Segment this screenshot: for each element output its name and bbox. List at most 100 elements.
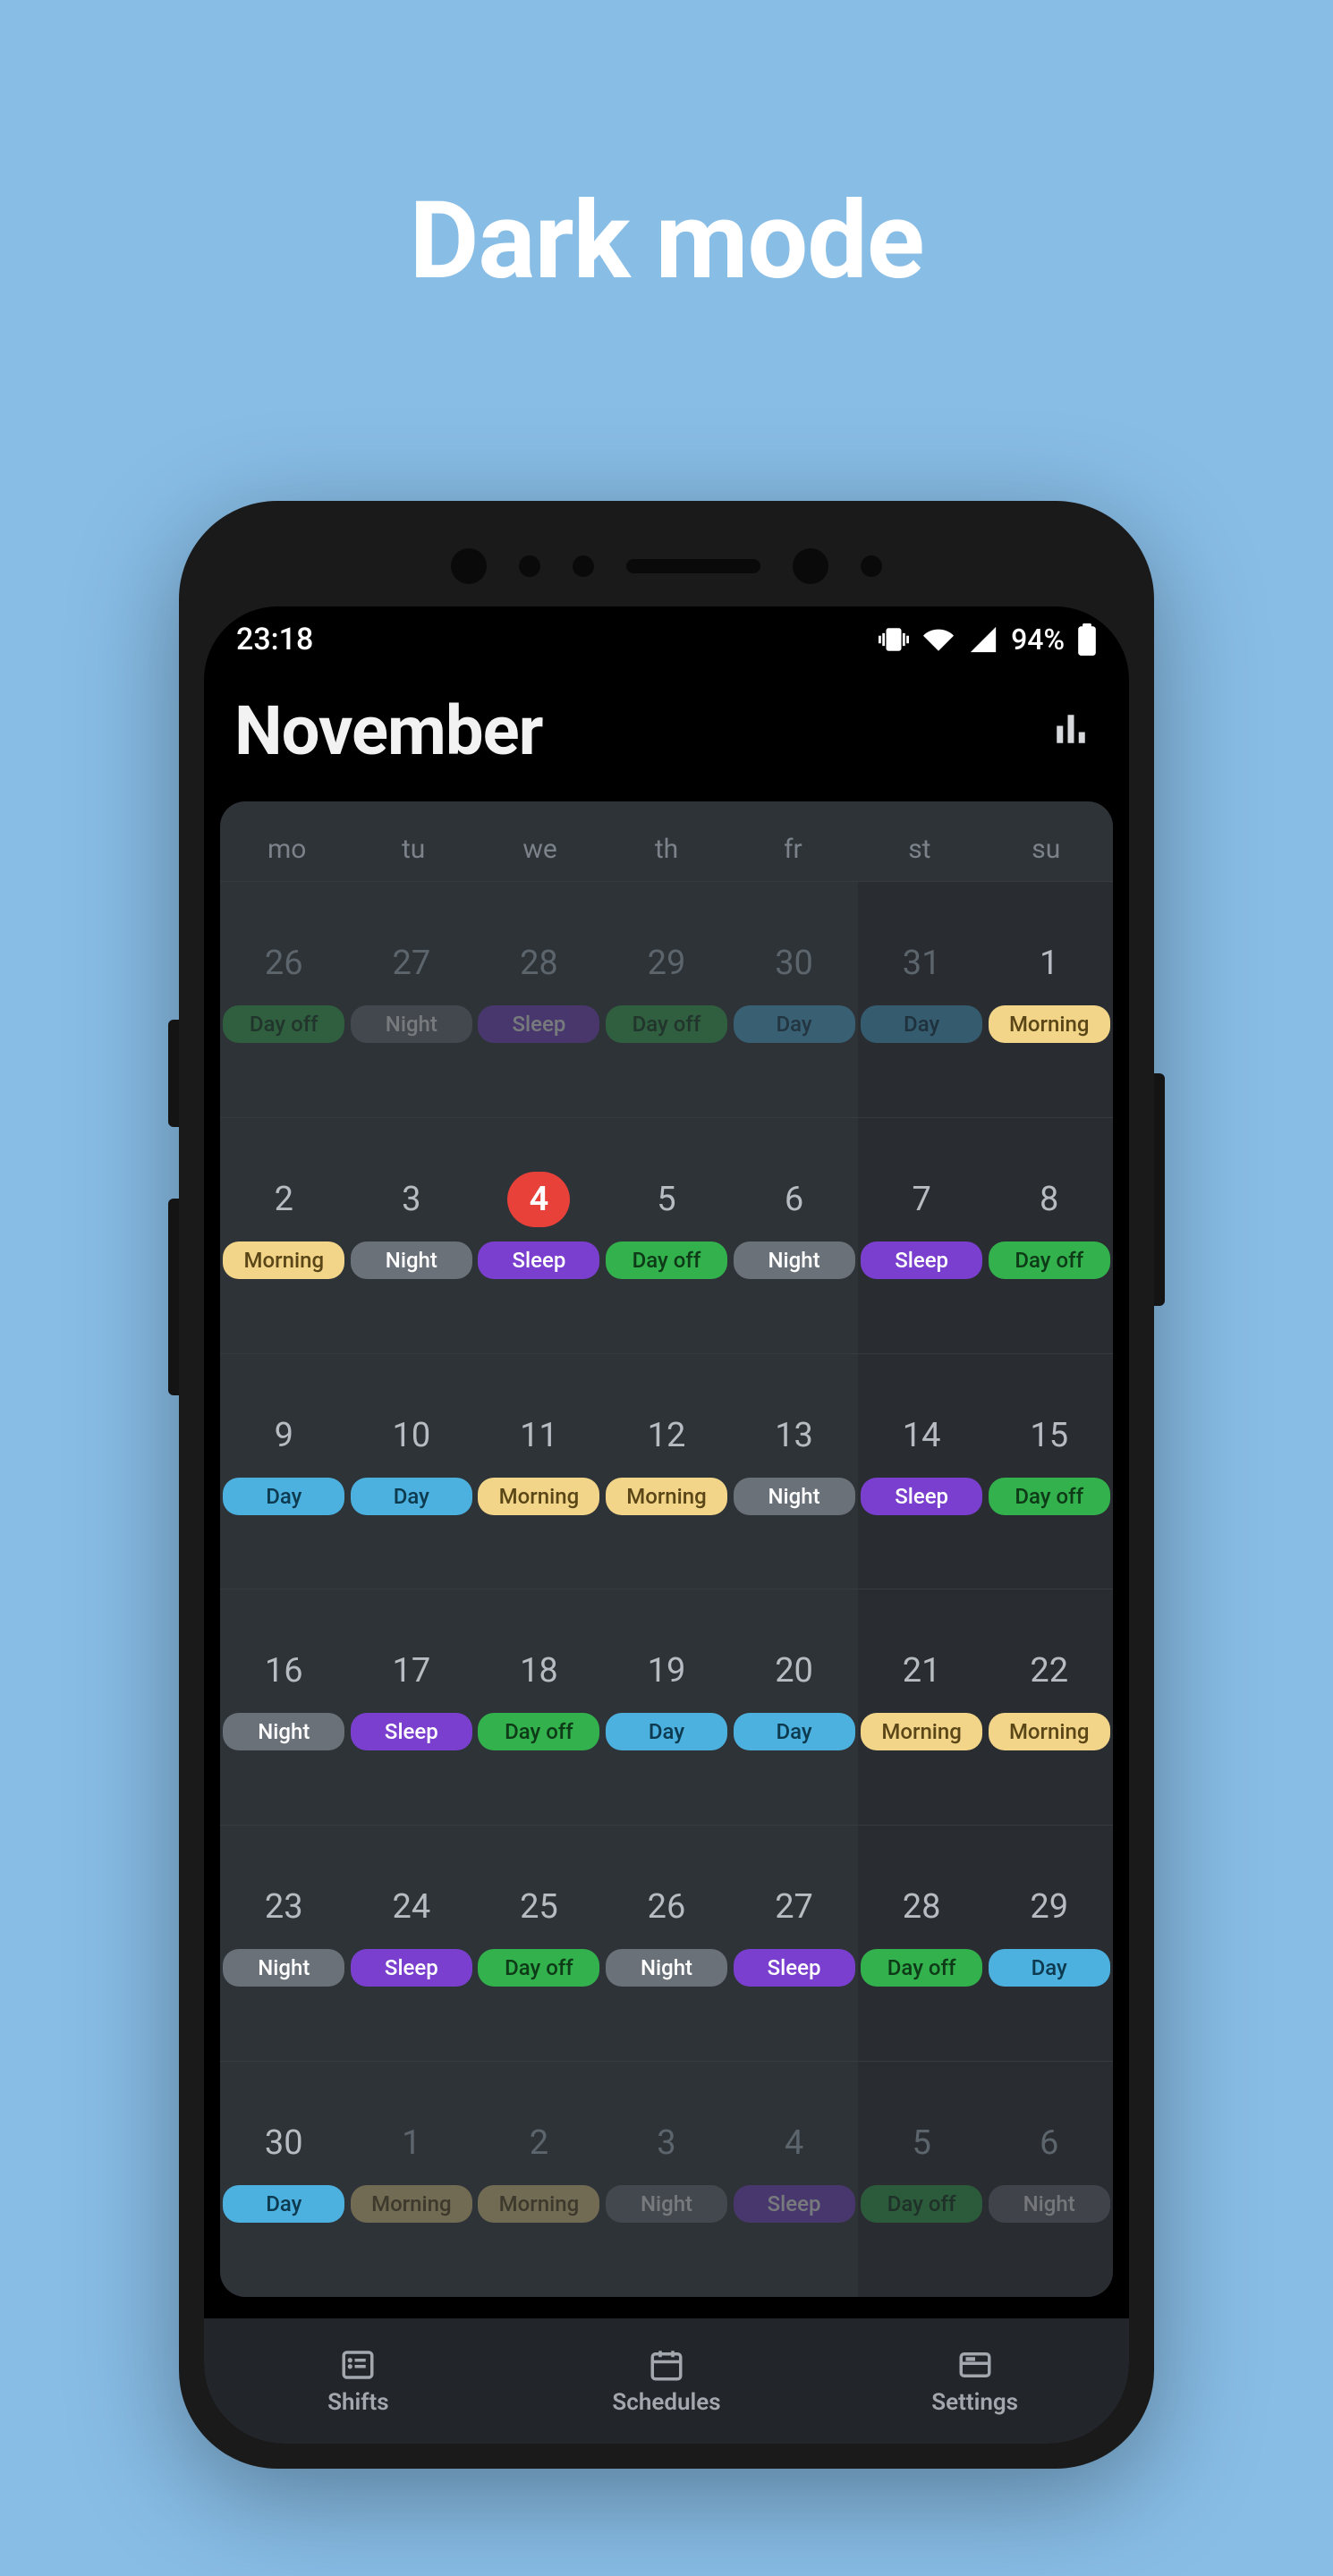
calendar-day-cell[interactable]: 2Morning xyxy=(220,1118,348,1353)
shift-tag: Sleep xyxy=(478,1241,599,1279)
day-number: 29 xyxy=(635,936,698,991)
weekday-label: tu xyxy=(350,818,476,881)
calendar-week-row: 23Night24Sleep25Day off26Night27Sleep28D… xyxy=(220,1825,1113,2061)
shift-tag: Day off xyxy=(478,1713,599,1750)
calendar-day-cell[interactable]: 5Day off xyxy=(858,2062,986,2297)
shift-tag: Day off xyxy=(606,1005,727,1043)
phone-side-button xyxy=(168,1020,179,1127)
calendar-card: motuwethfrstsu 26Day off27Night28Sleep29… xyxy=(220,801,1113,2297)
shift-tag: Night xyxy=(989,2185,1110,2223)
calendar-day-cell[interactable]: 1Morning xyxy=(985,882,1113,1117)
calendar-day-cell[interactable]: 11Morning xyxy=(475,1354,603,1589)
calendar-day-cell[interactable]: 24Sleep xyxy=(348,1826,476,2061)
calendar-day-cell[interactable]: 14Sleep xyxy=(858,1354,986,1589)
status-icons: 94% xyxy=(879,623,1097,657)
day-number: 5 xyxy=(890,2115,953,2171)
calendar-day-cell[interactable]: 30 Day xyxy=(730,882,858,1117)
phone-side-button xyxy=(168,1199,179,1395)
shift-tag: Morning xyxy=(989,1005,1110,1043)
shift-tag: Day xyxy=(606,1713,727,1750)
shift-tag: Morning xyxy=(351,2185,472,2223)
calendar-day-cell[interactable]: 6Night xyxy=(985,2062,1113,2297)
calendar-day-cell[interactable]: 19Day xyxy=(603,1589,731,1825)
shift-tag: Day off xyxy=(223,1005,344,1043)
calendar-day-cell[interactable]: 29 Day off xyxy=(603,882,731,1117)
day-number: 14 xyxy=(890,1408,953,1463)
calendar-day-cell[interactable]: 30Day xyxy=(220,2062,348,2297)
calendar-day-cell[interactable]: 12Morning xyxy=(603,1354,731,1589)
calendar-day-cell[interactable]: 31Day xyxy=(858,882,986,1117)
calendar-day-cell[interactable]: 26Night xyxy=(603,1826,731,2061)
shift-tag: Day off xyxy=(989,1241,1110,1279)
calendar-day-cell[interactable]: 4Sleep xyxy=(730,2062,858,2297)
calendar-day-cell[interactable]: 27Sleep xyxy=(730,1826,858,2061)
nav-shifts[interactable]: Shifts xyxy=(204,2318,513,2444)
stats-button[interactable] xyxy=(1043,701,1099,760)
calendar-day-cell[interactable]: 3Night xyxy=(603,2062,731,2297)
shift-tag: Sleep xyxy=(351,1713,472,1750)
day-number: 27 xyxy=(763,1879,826,1935)
day-number: 29 xyxy=(1018,1879,1081,1935)
phone-frame: 23:18 94% November motuwethfrstsu 26Day … xyxy=(179,501,1154,2469)
calendar-day-cell[interactable]: 4 Sleep xyxy=(475,1118,603,1353)
calendar-day-cell[interactable]: 1 Morning xyxy=(348,2062,476,2297)
day-number: 30 xyxy=(763,936,826,991)
calendar-grid: 26Day off27Night28Sleep29Day off30Day31D… xyxy=(220,881,1113,2297)
calendar-day-cell[interactable]: 7 Sleep xyxy=(858,1118,986,1353)
day-number: 6 xyxy=(763,1172,826,1227)
day-number: 26 xyxy=(252,936,315,991)
day-number: 5 xyxy=(635,1172,698,1227)
shift-tag: Day off xyxy=(606,1241,727,1279)
shift-tag: Night xyxy=(351,1241,472,1279)
day-number: 1 xyxy=(380,2115,443,2171)
day-number: 28 xyxy=(890,1879,953,1935)
calendar-day-cell[interactable]: 17Sleep xyxy=(348,1589,476,1825)
calendar-day-cell[interactable]: 27 Night xyxy=(348,882,476,1117)
shift-tag: Sleep xyxy=(351,1949,472,1987)
list-icon xyxy=(339,2346,377,2384)
calendar-day-cell[interactable]: 20Day xyxy=(730,1589,858,1825)
calendar-day-cell[interactable]: 26 Day off xyxy=(220,882,348,1117)
calendar-day-cell[interactable]: 16Night xyxy=(220,1589,348,1825)
shift-tag: Day xyxy=(734,1713,855,1750)
day-number: 16 xyxy=(252,1643,315,1699)
calendar-day-cell[interactable]: 23Night xyxy=(220,1826,348,2061)
day-number: 4 xyxy=(507,1172,570,1227)
day-number: 2 xyxy=(507,2115,570,2171)
day-number: 27 xyxy=(380,936,443,991)
calendar-day-cell[interactable]: 15Day off xyxy=(985,1354,1113,1589)
vibrate-icon xyxy=(879,624,909,655)
calendar-day-cell[interactable]: 6Night xyxy=(730,1118,858,1353)
status-time: 23:18 xyxy=(236,622,313,657)
calendar-day-cell[interactable]: 2Morning xyxy=(475,2062,603,2297)
calendar-day-cell[interactable]: 13Night xyxy=(730,1354,858,1589)
shift-tag: Day xyxy=(734,1005,855,1043)
calendar-day-cell[interactable]: 3 Night xyxy=(348,1118,476,1353)
day-number: 3 xyxy=(635,2115,698,2171)
shift-tag: Sleep xyxy=(734,2185,855,2223)
shift-tag: Day xyxy=(223,2185,344,2223)
day-number: 25 xyxy=(507,1879,570,1935)
nav-settings[interactable]: Settings xyxy=(820,2318,1129,2444)
calendar-day-cell[interactable]: 22Morning xyxy=(985,1589,1113,1825)
day-number: 7 xyxy=(890,1172,953,1227)
calendar-day-cell[interactable]: 9Day xyxy=(220,1354,348,1589)
calendar-day-cell[interactable]: 25Day off xyxy=(475,1826,603,2061)
calendar-day-cell[interactable]: 28Sleep xyxy=(475,882,603,1117)
calendar-week-row: 2Morning3Night4Sleep5Day off6Night7Sleep… xyxy=(220,1117,1113,1353)
calendar-day-cell[interactable]: 21Morning xyxy=(858,1589,986,1825)
shift-tag: Night xyxy=(351,1005,472,1043)
shift-tag: Sleep xyxy=(861,1241,982,1279)
day-number: 3 xyxy=(380,1172,443,1227)
calendar-day-cell[interactable]: 5 Day off xyxy=(603,1118,731,1353)
calendar-week-row: 9Day10Day11Morning12Morning13Night14Slee… xyxy=(220,1353,1113,1589)
shift-tag: Night xyxy=(223,1949,344,1987)
day-number: 15 xyxy=(1018,1408,1081,1463)
calendar-day-cell[interactable]: 8Day off xyxy=(985,1118,1113,1353)
calendar-day-cell[interactable]: 29Day xyxy=(985,1826,1113,2061)
day-number: 18 xyxy=(507,1643,570,1699)
nav-schedules[interactable]: Schedules xyxy=(513,2318,821,2444)
calendar-day-cell[interactable]: 28Day off xyxy=(858,1826,986,2061)
calendar-day-cell[interactable]: 18 Day off xyxy=(475,1589,603,1825)
calendar-day-cell[interactable]: 10Day xyxy=(348,1354,476,1589)
